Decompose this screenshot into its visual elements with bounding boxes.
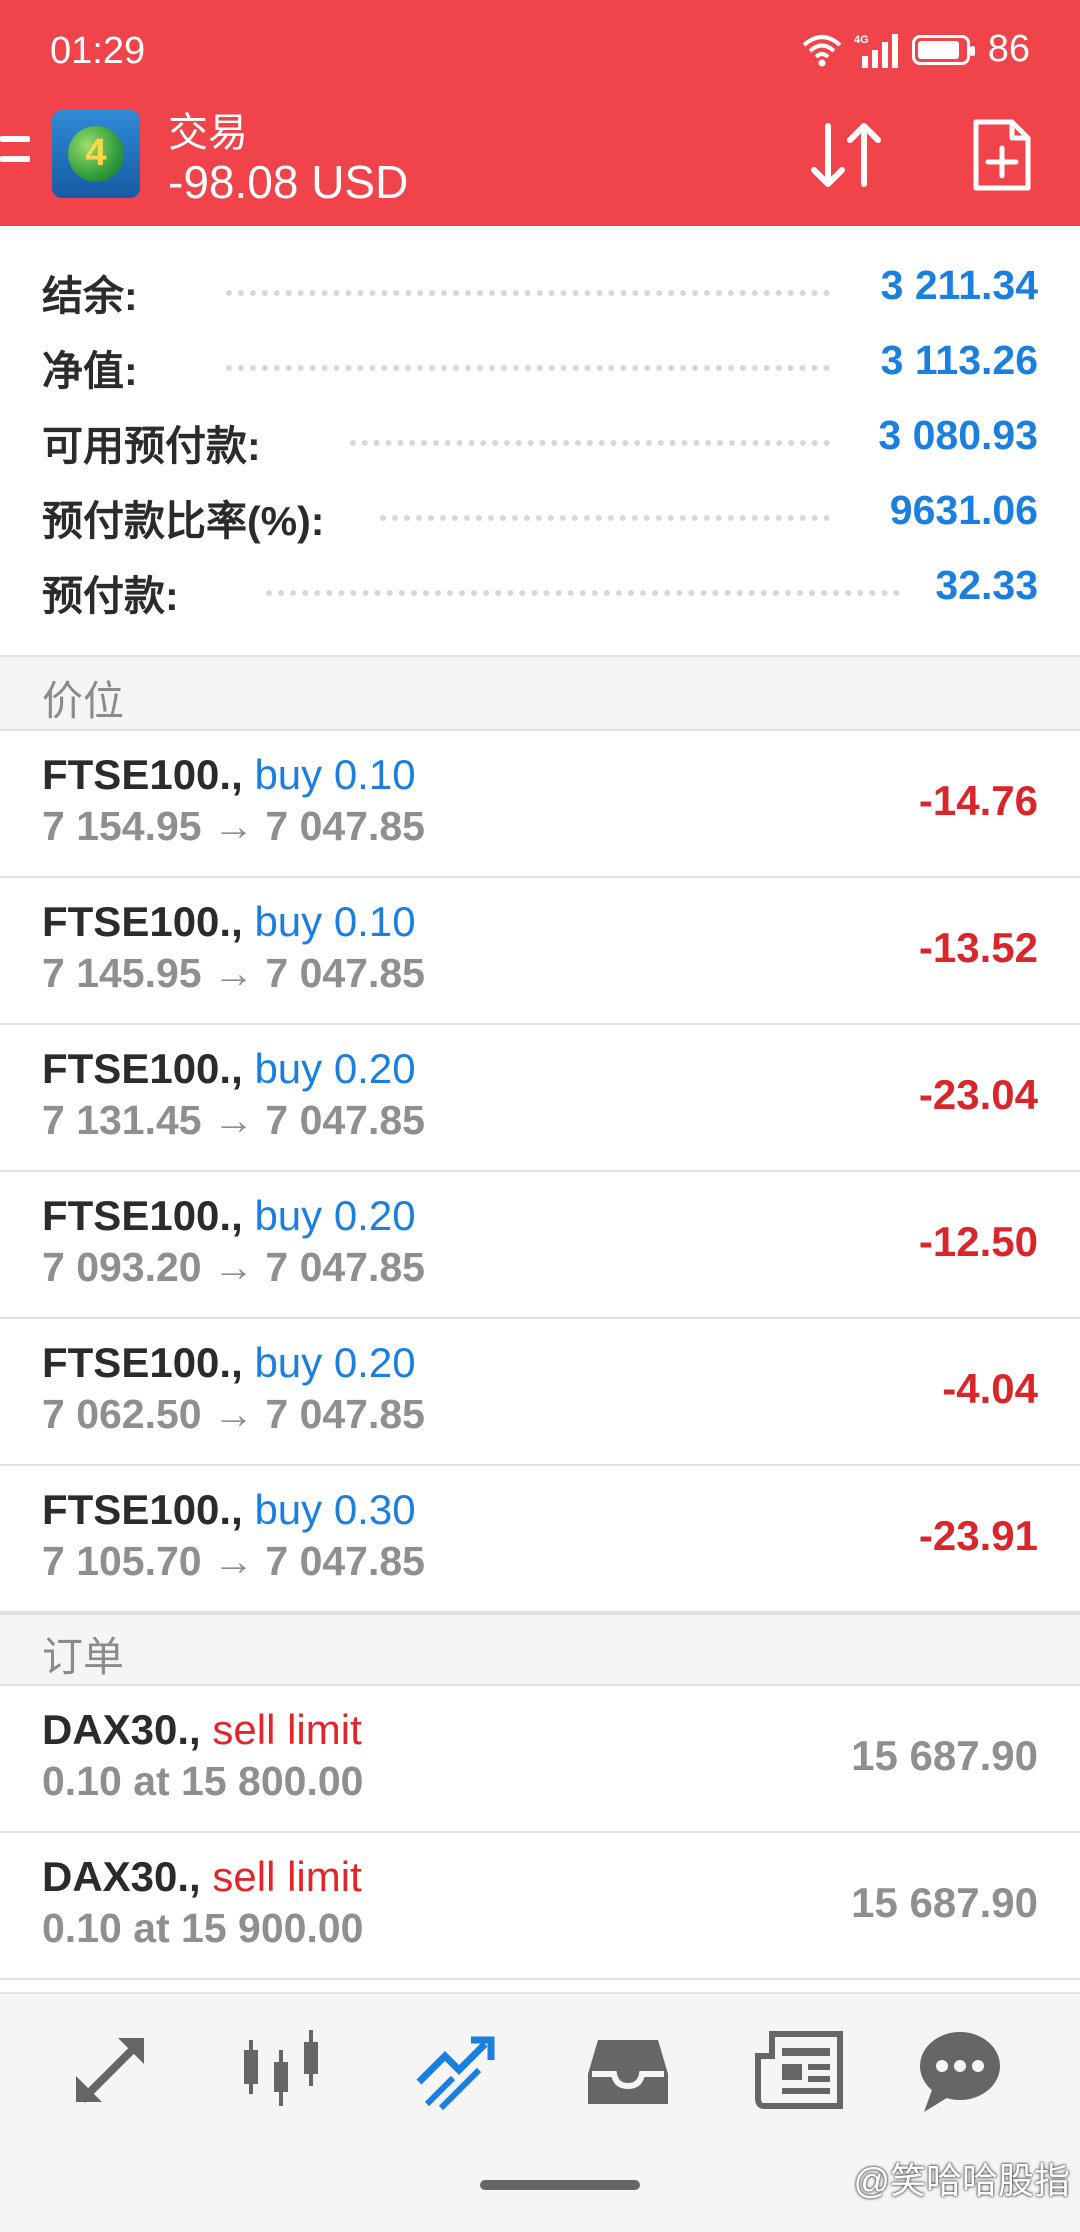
battery-icon <box>911 34 975 65</box>
position-side: buy 0.20 <box>254 1339 416 1386</box>
status-time: 01:29 <box>50 30 146 72</box>
summary-row-margin-level: 预付款比率(%): 9631.06 <box>0 487 1080 562</box>
menu-icon[interactable] <box>0 136 30 182</box>
order-type: sell limit <box>212 1706 362 1753</box>
order-detail: 0.10 at 15 900.00 <box>42 1905 364 1951</box>
position-row[interactable]: FTSE100., buy 0.10 7 145.95 → 7 047.85 -… <box>0 878 1080 1025</box>
summary-row-margin: 预付款: 32.33 <box>0 562 1080 637</box>
gesture-home-bar[interactable] <box>480 2180 640 2190</box>
new-order-icon[interactable] <box>972 118 1032 192</box>
summary-value: 3 080.93 <box>878 412 1038 458</box>
order-symbol: DAX30., <box>42 1853 201 1900</box>
order-current-price: 15 687.90 <box>851 1732 1038 1779</box>
position-side: buy 0.10 <box>254 751 416 798</box>
battery-level: 86 <box>987 28 1030 70</box>
position-profit: -23.04 <box>918 1071 1038 1118</box>
position-side: buy 0.20 <box>254 1045 416 1092</box>
position-row[interactable]: FTSE100., buy 0.20 7 093.20 → 7 047.85 -… <box>0 1172 1080 1319</box>
order-detail: 0.10 at 15 800.00 <box>42 1758 364 1804</box>
position-side: buy 0.30 <box>254 1486 416 1533</box>
positions-header-label: 价位 <box>42 678 124 724</box>
summary-value: 32.33 <box>935 562 1038 608</box>
position-prices: 7 145.95 → 7 047.85 <box>42 950 425 996</box>
position-prices: 7 105.70 → 7 047.85 <box>42 1538 425 1584</box>
position-row[interactable]: FTSE100., buy 0.20 7 131.45 → 7 047.85 -… <box>0 1025 1080 1172</box>
leader-dots <box>266 588 900 596</box>
trade-icon[interactable] <box>405 2020 505 2120</box>
position-symbol: FTSE100., <box>42 1486 243 1533</box>
leader-dots <box>226 288 830 296</box>
account-summary: 结余: 3 211.34 净值: 3 113.26 可用预付款: 3 080.9… <box>0 262 1080 637</box>
summary-label: 预付款: <box>42 573 179 619</box>
position-prices: 7 062.50 → 7 047.85 <box>42 1391 425 1437</box>
summary-row-free-margin: 可用预付款: 3 080.93 <box>0 412 1080 487</box>
position-side: buy 0.10 <box>254 898 416 945</box>
summary-value: 3 113.26 <box>880 337 1038 383</box>
orders-header: 订单 <box>0 1613 1080 1686</box>
position-profit: -13.52 <box>918 924 1038 971</box>
summary-label: 结余: <box>42 273 138 319</box>
positions-header: 价位 <box>0 655 1080 731</box>
order-row[interactable]: DAX30., sell limit 0.10 at 15 800.00 15 … <box>0 1686 1080 1833</box>
order-row[interactable]: DAX30., sell limit 0.10 at 15 900.00 15 … <box>0 1833 1080 1980</box>
wifi-icon <box>802 34 842 66</box>
history-icon[interactable] <box>578 2020 678 2120</box>
sort-icon[interactable] <box>808 122 884 188</box>
position-prices: 7 093.20 → 7 047.85 <box>42 1244 425 1290</box>
summary-row-equity: 净值: 3 113.26 <box>0 337 1080 412</box>
summary-label: 净值: <box>42 348 138 394</box>
chart-icon[interactable] <box>230 2020 330 2120</box>
position-side: buy 0.20 <box>254 1192 416 1239</box>
position-row[interactable]: FTSE100., buy 0.30 7 105.70 → 7 047.85 -… <box>0 1466 1080 1613</box>
summary-value: 3 211.34 <box>880 262 1038 308</box>
order-type: sell limit <box>212 1853 362 1900</box>
position-symbol: FTSE100., <box>42 1339 243 1386</box>
summary-value: 9631.06 <box>889 487 1038 533</box>
summary-label: 预付款比率(%): <box>42 498 325 544</box>
top-app-bar: 01:29 4G 86 4 交易 -98.08 USD <box>0 0 1080 226</box>
leader-dots <box>380 513 830 521</box>
chat-icon[interactable] <box>910 2020 1010 2120</box>
position-profit: -14.76 <box>918 777 1038 824</box>
position-row[interactable]: FTSE100., buy 0.10 7 154.95 → 7 047.85 -… <box>0 731 1080 878</box>
position-symbol: FTSE100., <box>42 898 243 945</box>
order-current-price: 15 687.90 <box>851 1879 1038 1926</box>
order-symbol: DAX30., <box>42 1706 201 1753</box>
quotes-icon[interactable] <box>60 2020 160 2120</box>
position-row[interactable]: FTSE100., buy 0.20 7 062.50 → 7 047.85 -… <box>0 1319 1080 1466</box>
watermark: @笑哈哈股指 <box>853 2160 1070 2201</box>
svg-text:4G: 4G <box>854 34 869 46</box>
position-symbol: FTSE100., <box>42 751 243 798</box>
position-symbol: FTSE100., <box>42 1192 243 1239</box>
position-profit: -23.91 <box>918 1512 1038 1559</box>
position-profit: -4.04 <box>942 1365 1038 1412</box>
leader-dots <box>350 438 830 446</box>
position-prices: 7 131.45 → 7 047.85 <box>42 1097 425 1143</box>
position-profit: -12.50 <box>918 1218 1038 1265</box>
position-prices: 7 154.95 → 7 047.85 <box>42 803 425 849</box>
status-icons: 4G 86 <box>802 28 1030 71</box>
page-title: 交易 <box>168 111 248 155</box>
news-icon[interactable] <box>750 2020 850 2120</box>
leader-dots <box>226 363 830 371</box>
profit-summary: -98.08 USD <box>168 156 409 208</box>
bottom-nav: @笑哈哈股指 <box>0 1992 1080 2232</box>
signal-icon: 4G <box>854 33 898 68</box>
orders-header-label: 订单 <box>42 1634 124 1680</box>
app-logo-icon: 4 <box>52 110 140 198</box>
position-symbol: FTSE100., <box>42 1045 243 1092</box>
summary-row-balance: 结余: 3 211.34 <box>0 262 1080 337</box>
summary-label: 可用预付款: <box>42 423 261 469</box>
